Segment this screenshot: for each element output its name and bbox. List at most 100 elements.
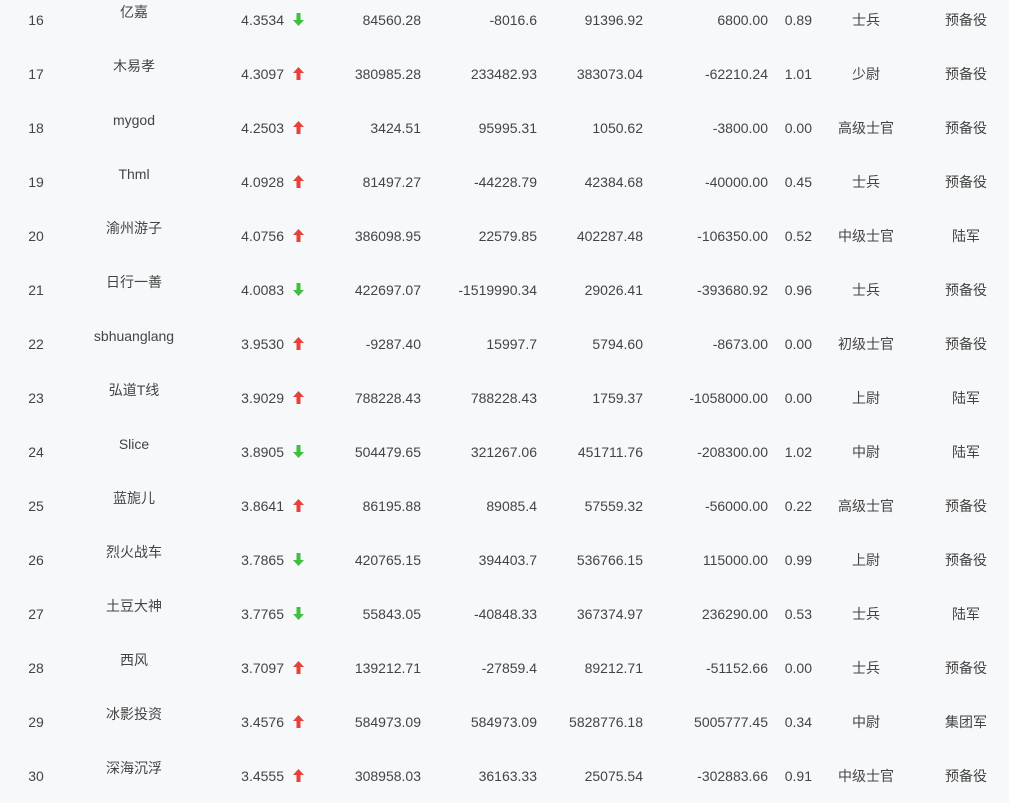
value-1-cell: -9287.40 xyxy=(365,336,421,352)
military-rank-cell: 士兵 xyxy=(852,660,880,676)
group-cell: 集团军 xyxy=(945,714,987,730)
value-3-cell: 5828776.18 xyxy=(569,714,643,730)
table-row: 27 土豆大神 3.7765 55843.05 -40848.33 367374… xyxy=(0,587,1009,641)
ratio-cell: 0.45 xyxy=(784,174,812,190)
value-2-cell: 321267.06 xyxy=(470,444,537,460)
ratio-cell: 0.00 xyxy=(784,390,812,406)
value-3-cell: 367374.97 xyxy=(576,606,643,622)
value-4-cell: -51152.66 xyxy=(705,660,768,676)
value-3-cell: 1759.37 xyxy=(592,390,643,406)
username-cell[interactable]: sbhuanglang xyxy=(75,317,193,371)
military-rank-cell: 士兵 xyxy=(852,606,880,622)
arrow-up-icon xyxy=(292,715,304,729)
value-4-cell: -3800.00 xyxy=(712,120,768,136)
rank-cell: 21 xyxy=(28,282,44,298)
value-1-cell: 86195.88 xyxy=(362,498,421,514)
trend-cell xyxy=(290,317,306,371)
ratio-cell: 1.02 xyxy=(784,444,812,460)
rank-cell: 26 xyxy=(28,552,44,568)
score-cell: 4.3097 xyxy=(241,66,284,82)
military-rank-cell: 初级士官 xyxy=(838,336,894,352)
value-1-cell: 55843.05 xyxy=(362,606,421,622)
username-cell[interactable]: 蓝旎儿 xyxy=(75,479,193,533)
value-1-cell: 139212.71 xyxy=(354,660,421,676)
rank-cell: 18 xyxy=(28,120,44,136)
value-4-cell: -8673.00 xyxy=(712,336,768,352)
military-rank-cell: 中尉 xyxy=(852,714,880,730)
username-cell[interactable]: mygod xyxy=(75,101,193,155)
value-2-cell: 15997.7 xyxy=(486,336,537,352)
group-cell: 预备役 xyxy=(945,498,987,514)
username-cell[interactable]: 木易孝 xyxy=(75,47,193,101)
trend-cell xyxy=(290,425,306,479)
username-cell[interactable]: Slice xyxy=(75,425,193,479)
military-rank-cell: 高级士官 xyxy=(838,498,894,514)
military-rank-cell: 少尉 xyxy=(852,66,880,82)
ratio-cell: 0.00 xyxy=(784,120,812,136)
username-cell[interactable]: 渝州游子 xyxy=(75,209,193,263)
trend-cell xyxy=(290,209,306,263)
username-cell[interactable]: 亿嘉 xyxy=(75,0,193,47)
military-rank-cell: 高级士官 xyxy=(838,120,894,136)
arrow-up-icon xyxy=(292,499,304,513)
score-cell: 3.9530 xyxy=(241,336,284,352)
ratio-cell: 0.00 xyxy=(784,336,812,352)
military-rank-cell: 中级士官 xyxy=(838,228,894,244)
table-row: 24 Slice 3.8905 504479.65 321267.06 4517… xyxy=(0,425,1009,479)
arrow-down-icon xyxy=(292,553,304,567)
military-rank-cell: 上尉 xyxy=(852,390,880,406)
score-cell: 3.4576 xyxy=(241,714,284,730)
value-3-cell: 91396.92 xyxy=(584,12,643,28)
table-row: 25 蓝旎儿 3.8641 86195.88 89085.4 57559.32 … xyxy=(0,479,1009,533)
score-cell: 4.0083 xyxy=(241,282,284,298)
rank-cell: 20 xyxy=(28,228,44,244)
score-cell: 4.2503 xyxy=(241,120,284,136)
trend-cell xyxy=(290,0,306,47)
score-cell: 3.7865 xyxy=(241,552,284,568)
username-cell[interactable]: Thml xyxy=(75,155,193,209)
value-4-cell: 5005777.45 xyxy=(694,714,768,730)
value-2-cell: 233482.93 xyxy=(470,66,537,82)
ratio-cell: 0.96 xyxy=(784,282,812,298)
arrow-down-icon xyxy=(292,13,304,27)
group-cell: 预备役 xyxy=(945,174,987,190)
username-cell[interactable]: 日行一善 xyxy=(75,263,193,317)
table-row: 21 日行一善 4.0083 422697.07 -1519990.34 290… xyxy=(0,263,1009,317)
rank-cell: 23 xyxy=(28,390,44,406)
rank-cell: 24 xyxy=(28,444,44,460)
username-cell[interactable]: 冰影投资 xyxy=(75,695,193,749)
table-row: 23 弘道T线 3.9029 788228.43 788228.43 1759.… xyxy=(0,371,1009,425)
arrow-up-icon xyxy=(292,769,304,783)
value-1-cell: 504479.65 xyxy=(354,444,421,460)
value-4-cell: -56000.00 xyxy=(704,498,768,514)
group-cell: 预备役 xyxy=(945,120,987,136)
value-1-cell: 420765.15 xyxy=(354,552,421,568)
value-2-cell: 394403.7 xyxy=(478,552,537,568)
military-rank-cell: 士兵 xyxy=(852,174,880,190)
username-cell[interactable]: 弘道T线 xyxy=(75,371,193,425)
rank-cell: 16 xyxy=(28,12,44,28)
value-4-cell: 6800.00 xyxy=(717,12,768,28)
username-cell[interactable]: 土豆大神 xyxy=(75,587,193,641)
table-row: 17 木易孝 4.3097 380985.28 233482.93 383073… xyxy=(0,47,1009,101)
rank-cell: 25 xyxy=(28,498,44,514)
username-cell[interactable]: 西风 xyxy=(75,641,193,695)
value-2-cell: 22579.85 xyxy=(478,228,537,244)
trend-cell xyxy=(290,587,306,641)
value-1-cell: 422697.07 xyxy=(354,282,421,298)
score-cell: 3.7097 xyxy=(241,660,284,676)
arrow-up-icon xyxy=(292,229,304,243)
table-row: 20 渝州游子 4.0756 386098.95 22579.85 402287… xyxy=(0,209,1009,263)
rank-cell: 30 xyxy=(28,768,44,784)
value-4-cell: 115000.00 xyxy=(702,552,768,568)
value-2-cell: 36163.33 xyxy=(478,768,537,784)
trend-cell xyxy=(290,641,306,695)
table-row: 18 mygod 4.2503 3424.51 95995.31 1050.62… xyxy=(0,101,1009,155)
value-1-cell: 788228.43 xyxy=(354,390,421,406)
score-cell: 3.8905 xyxy=(241,444,284,460)
trend-cell xyxy=(290,695,306,749)
username-cell[interactable]: 深海沉浮 xyxy=(75,749,193,803)
value-2-cell: 89085.4 xyxy=(486,498,537,514)
username-cell[interactable]: 烈火战车 xyxy=(75,533,193,587)
military-rank-cell: 中级士官 xyxy=(838,768,894,784)
